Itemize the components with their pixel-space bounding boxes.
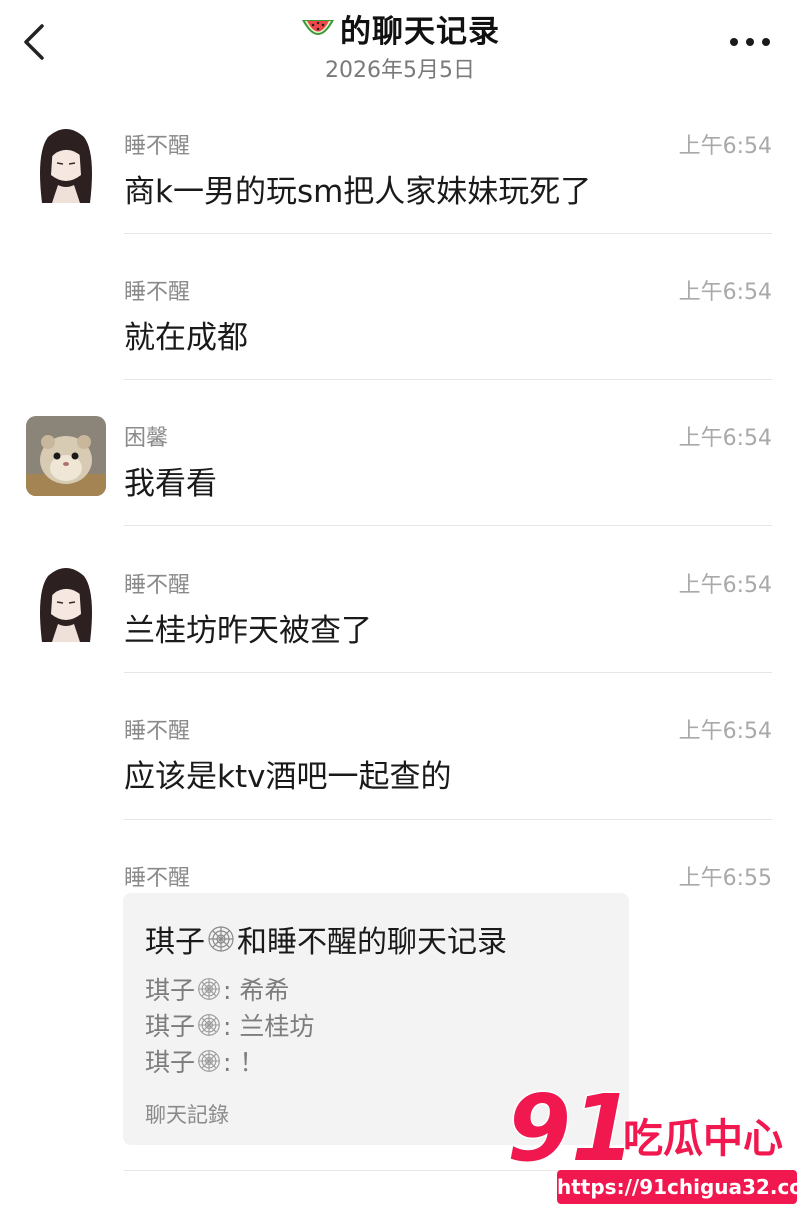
message-time: 上午6:54 <box>678 134 772 159</box>
divider <box>124 672 772 673</box>
card-preview-line: 琪子 : ！ <box>145 1043 264 1079</box>
sender-name: 睡不醒 <box>124 866 191 891</box>
chat-header: 的聊天记录 2026年5月5日 <box>0 0 800 100</box>
message-time: 上午6:54 <box>678 573 772 598</box>
divider <box>124 819 772 820</box>
sender-name: 睡不醒 <box>124 280 191 305</box>
page-title: 的聊天记录 <box>340 14 500 50</box>
preview-text: : ！ <box>223 1048 265 1077</box>
message-text[interactable]: 兰桂坊昨天被查了 <box>124 605 372 650</box>
watermark-logo: 91 吃瓜中心 <box>506 1080 785 1170</box>
dot-icon <box>746 38 754 46</box>
message-time: 上午6:55 <box>678 866 772 891</box>
watermark: 91 吃瓜中心 https://91chigua32.com <box>505 1080 800 1208</box>
avatar[interactable] <box>26 123 106 203</box>
message-time: 上午6:54 <box>678 280 772 305</box>
card-title: 琪子 和睡不醒的聊天记录 <box>145 917 507 961</box>
message-text[interactable]: 商k一男的玩sm把人家妹妹玩死了 <box>124 166 591 211</box>
card-footer-label: 聊天記錄 <box>145 1103 229 1127</box>
divider <box>124 379 772 380</box>
divider <box>124 525 772 526</box>
girl-avatar-icon <box>26 123 106 203</box>
preview-text: : 兰桂坊 <box>223 1012 315 1041</box>
avatar[interactable] <box>26 416 106 496</box>
preview-name: 琪子 <box>145 1048 196 1077</box>
sender-name: 睡不醒 <box>124 134 191 159</box>
card-preview-line: 琪子 : 希希 <box>145 971 289 1007</box>
girl-avatar-icon <box>26 562 106 642</box>
spider-web-icon <box>208 926 234 952</box>
preview-text: : 希希 <box>223 976 290 1005</box>
preview-name: 琪子 <box>145 976 196 1005</box>
watermark-number: 91 <box>507 1080 635 1170</box>
divider <box>124 233 772 234</box>
sender-name: 睡不醒 <box>124 573 191 598</box>
message-text[interactable]: 我看看 <box>124 458 217 503</box>
watermark-url: https://91chigua32.com <box>557 1170 800 1204</box>
card-preview-line: 琪子 : 兰桂坊 <box>145 1007 314 1043</box>
more-options-button[interactable] <box>730 36 770 48</box>
message-time: 上午6:54 <box>678 719 772 744</box>
watermelon-icon <box>302 19 334 35</box>
sender-name: 睡不醒 <box>124 719 191 744</box>
card-title-name: 琪子 <box>145 925 205 960</box>
chat-date: 2026年5月5日 <box>325 58 475 83</box>
dot-icon <box>730 38 738 46</box>
message-text[interactable]: 应该是ktv酒吧一起查的 <box>124 751 451 796</box>
preview-name: 琪子 <box>145 1012 196 1041</box>
avatar[interactable] <box>26 562 106 642</box>
dot-icon <box>762 38 770 46</box>
spider-web-icon <box>198 1050 220 1072</box>
message-time: 上午6:54 <box>678 426 772 451</box>
watermark-brand: 吃瓜中心 <box>623 1116 783 1162</box>
card-title-rest: 和睡不醒的聊天记录 <box>237 925 507 960</box>
message-text[interactable]: 就在成都 <box>124 312 248 357</box>
spider-web-icon <box>198 1014 220 1036</box>
spider-web-icon <box>198 978 220 1000</box>
hamster-avatar-icon <box>26 416 106 496</box>
sender-name: 困馨 <box>124 426 169 451</box>
